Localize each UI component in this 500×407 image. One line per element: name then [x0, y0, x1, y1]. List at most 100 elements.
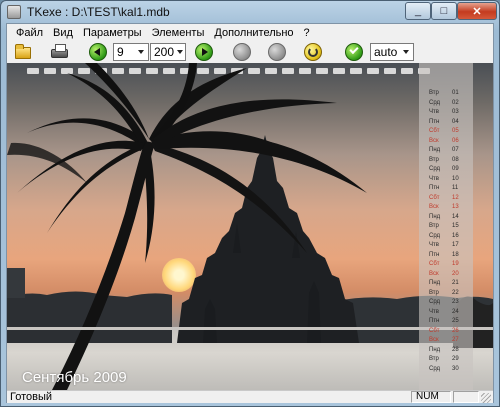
calendar-day-row: Сбт 19	[419, 260, 473, 269]
client-area: Файл Вид Параметры Элементы Дополнительн…	[6, 23, 494, 403]
menu-additional[interactable]: Дополнительно	[209, 27, 298, 39]
arrow-left-icon	[94, 48, 100, 56]
calendar-weekday: Чтв	[429, 109, 439, 115]
calendar-day-row: Чтв 10	[419, 175, 473, 184]
open-button[interactable]	[15, 43, 33, 61]
maximize-button[interactable]: □	[431, 2, 457, 20]
calendar-day-row: Втр 22	[419, 289, 473, 298]
calendar-day-row: Втр 15	[419, 222, 473, 231]
calendar-day-row: Сбт 05	[419, 127, 473, 136]
calendar-date: 27	[452, 337, 459, 343]
calendar-weekday: Сбт	[429, 261, 440, 267]
mode-select[interactable]: auto	[370, 43, 414, 61]
calendar-date: 22	[452, 289, 459, 296]
calendar-date: 19	[452, 261, 459, 267]
calendar-weekday: Пнд	[429, 280, 441, 286]
calendar-date: 04	[452, 118, 459, 125]
calendar-canvas[interactable]: Втр 01 Срд 02 Чтв 03 Птн 04 Сбт 05 Вск 06 Пнд 07 Втр 08…	[7, 63, 493, 390]
calendar-date: 06	[452, 137, 459, 144]
menu-bar: Файл Вид Параметры Элементы Дополнительн…	[7, 24, 493, 41]
calendar-date: 23	[452, 299, 459, 305]
calendar-weekday: Сбт	[429, 327, 440, 334]
menu-help[interactable]: ?	[299, 27, 315, 39]
calendar-date: 05	[452, 128, 459, 134]
calendar-weekday: Срд	[429, 99, 441, 106]
calendar-date: 12	[452, 194, 459, 201]
status-pane-empty	[453, 391, 479, 403]
calendar-day-row: Вск 27	[419, 336, 473, 345]
calendar-date: 20	[452, 270, 459, 277]
minimize-button[interactable]: _	[405, 2, 431, 20]
calendar-day-row: Срд 09	[419, 165, 473, 174]
previous-button[interactable]	[89, 43, 107, 61]
status-num: NUM	[411, 391, 451, 403]
next-button[interactable]	[195, 43, 213, 61]
calendar-weekday: Срд	[429, 365, 441, 372]
zoom-select-value: 200	[154, 45, 175, 59]
calendar-day-row: Сбт 12	[419, 194, 473, 203]
minimize-icon: _	[414, 5, 422, 17]
day-list-strip: Втр 01 Срд 02 Чтв 03 Птн 04 Сбт 05 Вск 06 Пнд 07 Втр 08…	[419, 63, 473, 390]
calendar-day-row: Птн 04	[419, 118, 473, 127]
app-window: TKexe : D:\TEST\kal1.mdb _ □ ✕ Файл Вид …	[0, 0, 500, 407]
calendar-day-row: Втр 08	[419, 156, 473, 165]
calendar-date: 15	[452, 223, 459, 229]
calendar-date: 02	[452, 99, 459, 106]
calendar-day-row: Пнд 14	[419, 213, 473, 222]
chevron-down-icon[interactable]	[174, 44, 185, 60]
print-button[interactable]	[51, 43, 69, 61]
calendar-weekday: Сбт	[429, 128, 440, 134]
calendar-day-row: Вск 06	[419, 137, 473, 146]
calendar-weekday: Вск	[429, 337, 439, 343]
calendar-weekday: Пнд	[429, 147, 441, 153]
menu-view[interactable]: Вид	[48, 27, 78, 39]
calendar-weekday: Втр	[429, 90, 439, 96]
calendar-weekday: Срд	[429, 232, 441, 239]
refresh-button[interactable]	[304, 43, 322, 61]
calendar-day-row: Чтв 17	[419, 241, 473, 250]
calendar-weekday: Птн	[429, 185, 440, 191]
calendar-day-row: Птн 11	[419, 184, 473, 193]
calendar-weekday: Чтв	[429, 175, 439, 182]
title-bar[interactable]: TKexe : D:\TEST\kal1.mdb _ □ ✕	[1, 1, 499, 23]
calendar-day-row: Сбт 26	[419, 327, 473, 336]
resize-grip[interactable]	[481, 393, 491, 403]
calendar-day-row: Срд 02	[419, 99, 473, 108]
calendar-date: 01	[452, 90, 459, 96]
calendar-weekday: Чтв	[429, 242, 439, 248]
close-button[interactable]: ✕	[457, 2, 497, 20]
calendar-date: 07	[452, 147, 459, 153]
menu-parameters[interactable]: Параметры	[78, 27, 147, 39]
calendar-weekday: Чтв	[429, 308, 439, 315]
calendar-date: 25	[452, 318, 459, 324]
disabled-button-2[interactable]	[268, 43, 286, 61]
calendar-date: 21	[452, 280, 459, 286]
calendar-weekday: Срд	[429, 299, 441, 305]
calendar-date: 09	[452, 166, 459, 172]
calendar-date: 26	[452, 327, 459, 334]
page-select[interactable]: 9	[113, 43, 149, 61]
toolbar: 9 200 auto	[7, 41, 493, 63]
close-icon: ✕	[472, 5, 482, 18]
menu-file[interactable]: Файл	[11, 27, 48, 39]
chevron-down-icon[interactable]	[399, 44, 413, 60]
menu-elements[interactable]: Элементы	[147, 27, 210, 39]
calendar-weekday: Втр	[429, 289, 439, 296]
calendar-day-row: Срд 16	[419, 232, 473, 241]
disabled-button-1[interactable]	[233, 43, 251, 61]
zoom-select[interactable]: 200	[150, 43, 186, 61]
calendar-weekday: Птн	[429, 118, 440, 125]
calendar-day-row: Пнд 07	[419, 146, 473, 155]
calendar-date: 14	[452, 213, 459, 220]
calendar-weekday: Втр	[429, 356, 439, 362]
calendar-date: 03	[452, 109, 459, 115]
calendar-day-row: Втр 29	[419, 355, 473, 364]
chevron-down-icon[interactable]	[134, 44, 148, 60]
apply-button[interactable]	[345, 43, 363, 61]
calendar-date: 30	[452, 365, 459, 372]
calendar-weekday: Пнд	[429, 213, 441, 220]
page-select-value: 9	[117, 45, 124, 59]
calendar-day-row: Чтв 03	[419, 108, 473, 117]
calendar-date: 10	[452, 175, 459, 182]
calendar-date: 08	[452, 156, 459, 163]
